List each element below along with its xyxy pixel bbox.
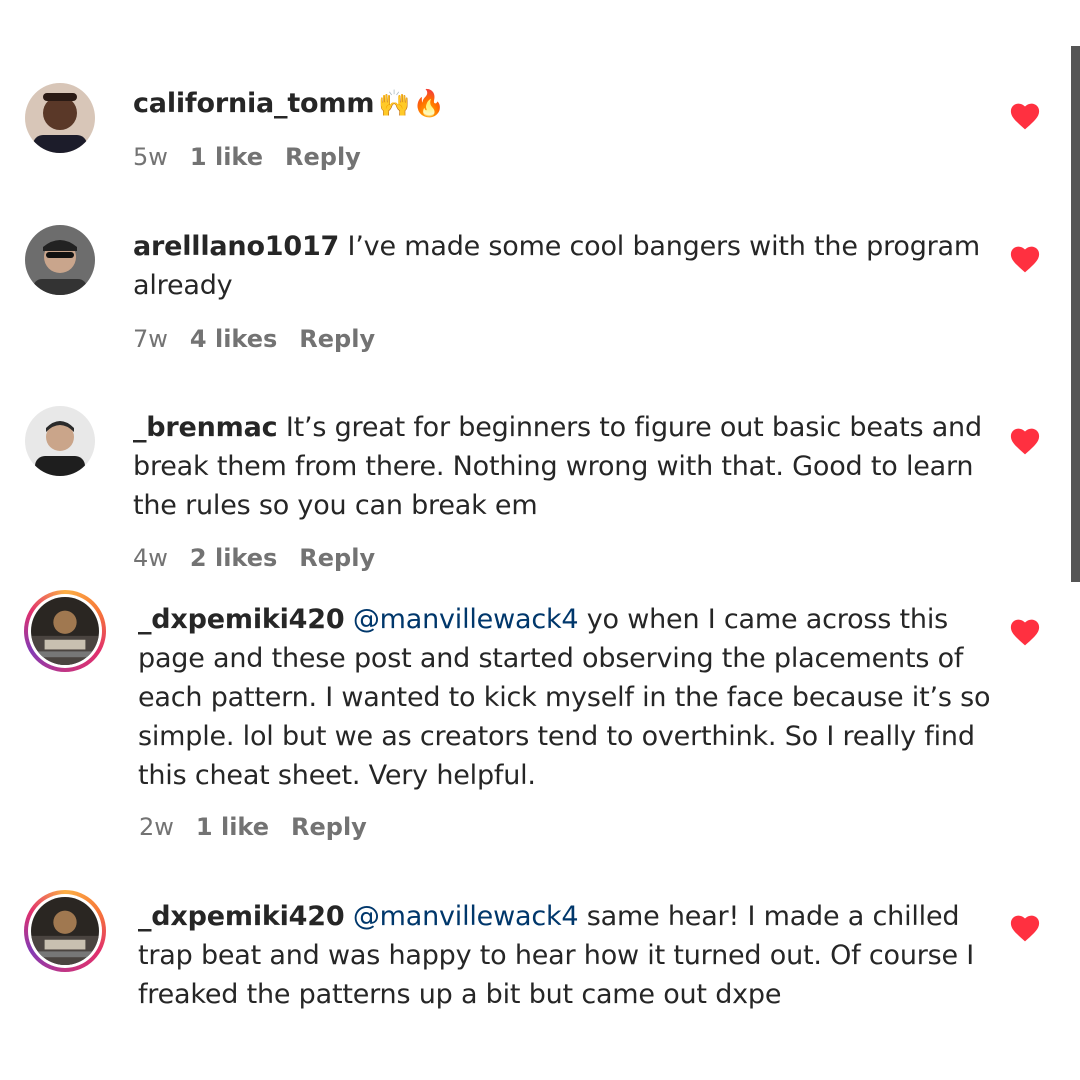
heart-icon[interactable] [1010,915,1040,942]
timestamp: 5w [133,143,168,171]
reply-button[interactable]: Reply [285,143,361,171]
username[interactable]: _dxpemiki420 [138,901,345,932]
likes-count[interactable]: 1 like [196,813,269,841]
avatar[interactable] [24,590,106,672]
avatar-image [31,597,99,665]
heart-icon[interactable] [1010,619,1040,646]
mention-link[interactable]: @manvillewack4 [344,604,579,635]
reply-button[interactable]: Reply [299,325,375,353]
heart-icon[interactable] [1010,246,1040,273]
heart-icon[interactable] [1010,428,1040,455]
avatar[interactable] [25,406,95,476]
username[interactable]: california_tomm [133,88,374,119]
comment-meta: 4w 2 likes Reply [133,544,397,572]
likes-count[interactable]: 2 likes [190,544,277,572]
comment-text: _dxpemiki420 @manvillewack4 yo when I ca… [138,600,998,795]
story-ring [28,894,102,968]
likes-count[interactable]: 4 likes [190,325,277,353]
timestamp: 7w [133,325,168,353]
reply-button[interactable]: Reply [291,813,367,841]
comment-text: _brenmac It’s great for beginners to fig… [133,408,993,525]
emoji: 🙌🔥 [378,89,448,119]
avatar-image [31,897,99,965]
comment-text: arelllano1017 I’ve made some cool banger… [133,227,993,305]
comment-meta: 5w 1 like Reply [133,143,383,171]
reply-button[interactable]: Reply [299,544,375,572]
likes-count[interactable]: 1 like [190,143,263,171]
avatar[interactable] [24,890,106,972]
comment-meta: 2w 1 like Reply [139,813,389,841]
heart-icon[interactable] [1010,103,1040,130]
avatar[interactable] [25,225,95,295]
username[interactable]: _dxpemiki420 [138,604,345,635]
mention-link[interactable]: @manvillewack4 [344,901,579,932]
username[interactable]: _brenmac [133,412,278,443]
avatar[interactable] [25,83,95,153]
comment-text: _dxpemiki420 @manvillewack4 same hear! I… [138,897,998,1014]
username[interactable]: arelllano1017 [133,231,339,262]
comment-text: california_tomm 🙌🔥 [133,84,993,124]
comment-meta: 7w 4 likes Reply [133,325,397,353]
timestamp: 2w [139,813,174,841]
scrollbar[interactable] [1071,46,1080,582]
timestamp: 4w [133,544,168,572]
story-ring [28,594,102,668]
